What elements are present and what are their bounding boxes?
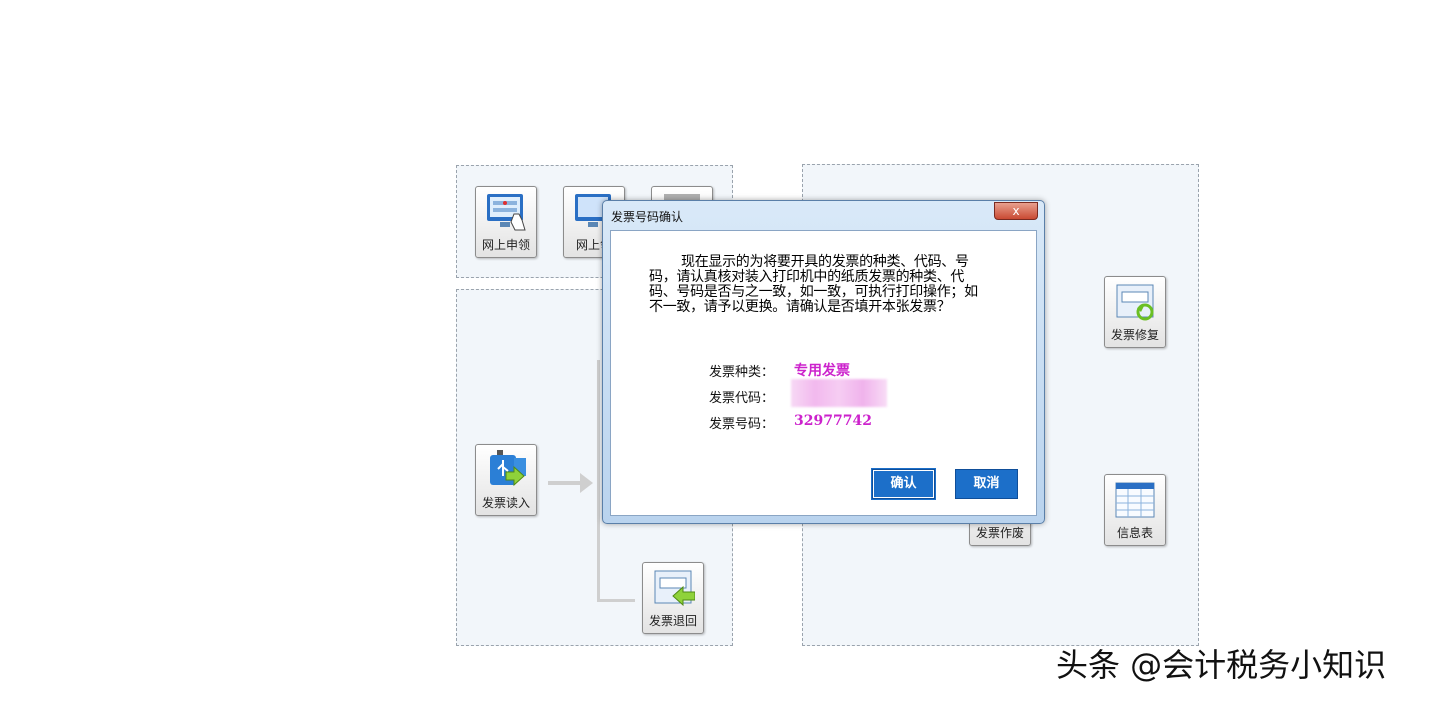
flow-arrow-head	[580, 473, 593, 493]
invoice-return-tile[interactable]: 发票退回	[642, 562, 704, 634]
flow-arrow-shaft	[548, 481, 582, 485]
table-icon	[1115, 482, 1155, 518]
monitor-hand-icon	[487, 194, 526, 231]
watermark: 头条 @会计税务小知识	[1056, 646, 1387, 684]
dialog-message: 现在显示的为将要开具的发票的种类、代码、号码，请认真核对装入打印机中的纸质发票的…	[649, 254, 978, 315]
invoice-type-label: 发票种类：	[709, 365, 775, 380]
invoice-repair-label: 发票修复	[1110, 328, 1159, 342]
info-table-label: 信息表	[1116, 526, 1153, 540]
invoice-repair-icon	[1116, 284, 1154, 321]
invoice-code-label: 发票代码：	[709, 391, 775, 406]
invoice-void-label: 发票作废	[975, 526, 1024, 540]
invoice-number-confirm-dialog: 发票号码确认 x 现在显示的为将要开具的发票的种类、代码、号码，请认真核对装入打…	[602, 200, 1045, 524]
info-table-tile[interactable]: 信息表	[1104, 474, 1166, 546]
dialog-title: 发票号码确认	[611, 210, 684, 224]
invoice-number-value: 32977742	[794, 413, 872, 429]
confirm-button[interactable]: 确认	[871, 468, 936, 500]
invoice-return-icon	[654, 570, 695, 607]
invoice-return-label: 发票退回	[648, 614, 697, 628]
invoice-read-label: 发票读入	[481, 496, 530, 510]
online-apply-label: 网上申领	[481, 238, 530, 252]
cancel-button[interactable]: 取消	[955, 469, 1018, 499]
flow-branch-return	[597, 599, 635, 602]
invoice-number-label: 发票号码：	[709, 417, 775, 432]
online-apply-tile[interactable]: 网上申领	[475, 186, 537, 258]
dialog-content: 现在显示的为将要开具的发票的种类、代码、号码，请认真核对装入打印机中的纸质发票的…	[610, 230, 1037, 516]
invoice-read-tile[interactable]: 发票读入	[475, 444, 537, 516]
close-button[interactable]: x	[994, 202, 1038, 220]
invoice-type-value: 专用发票	[794, 363, 850, 379]
invoice-code-redacted	[791, 379, 887, 407]
usb-read-icon	[490, 450, 526, 487]
invoice-repair-tile[interactable]: 发票修复	[1104, 276, 1166, 348]
flow-branch-vertical	[597, 360, 600, 602]
